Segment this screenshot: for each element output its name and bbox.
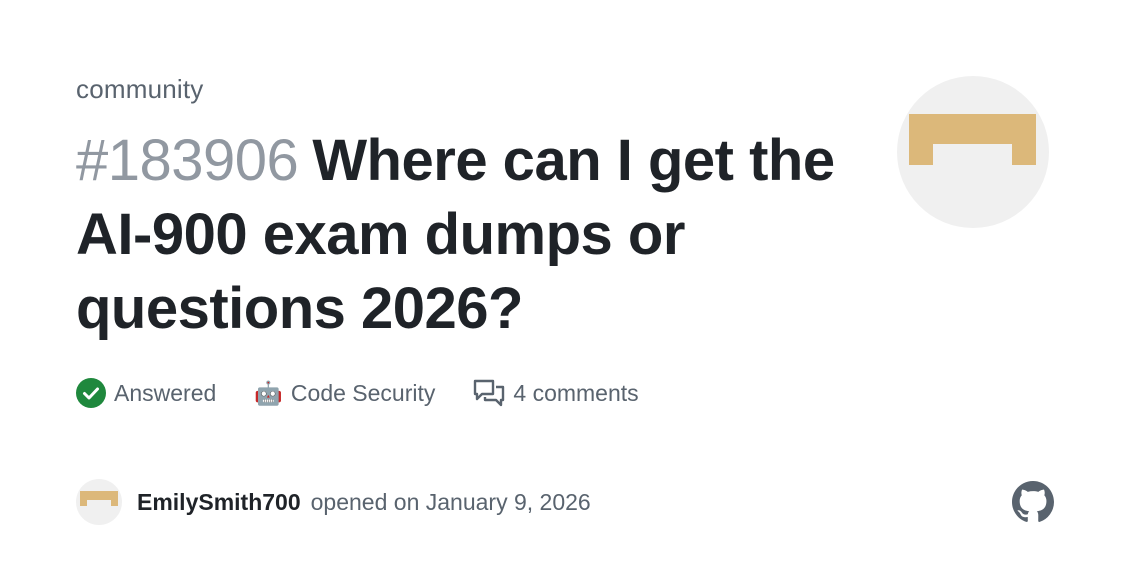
comment-count-label: 4 comments (513, 379, 639, 406)
repository-name[interactable]: community (76, 74, 204, 105)
check-circle-icon (76, 378, 106, 408)
author-row: EmilySmith700 opened on January 9, 2026 (76, 479, 591, 525)
discussion-number: #183906 (76, 128, 299, 193)
discussion-category-label: Code Security (290, 379, 436, 406)
identicon-avatar-icon (909, 114, 1036, 165)
github-logo-icon (1012, 481, 1054, 523)
author-avatar[interactable] (76, 479, 122, 525)
repository-owner-avatar (897, 76, 1049, 228)
comment-discussion-icon (473, 378, 505, 408)
answered-status: Answered (76, 378, 216, 408)
identicon-avatar-icon (80, 491, 118, 506)
discussion-category[interactable]: 🤖 Code Security (254, 380, 435, 407)
discussion-title: #183906 Where can I get the AI-900 exam d… (76, 124, 836, 346)
answered-status-label: Answered (114, 379, 217, 406)
author-username[interactable]: EmilySmith700 (137, 489, 301, 516)
discussion-meta: Answered 🤖 Code Security 4 comments (76, 378, 677, 408)
opened-date-text: opened on January 9, 2026 (310, 488, 591, 515)
robot-icon: 🤖 (254, 379, 283, 406)
comment-count[interactable]: 4 comments (473, 378, 639, 408)
